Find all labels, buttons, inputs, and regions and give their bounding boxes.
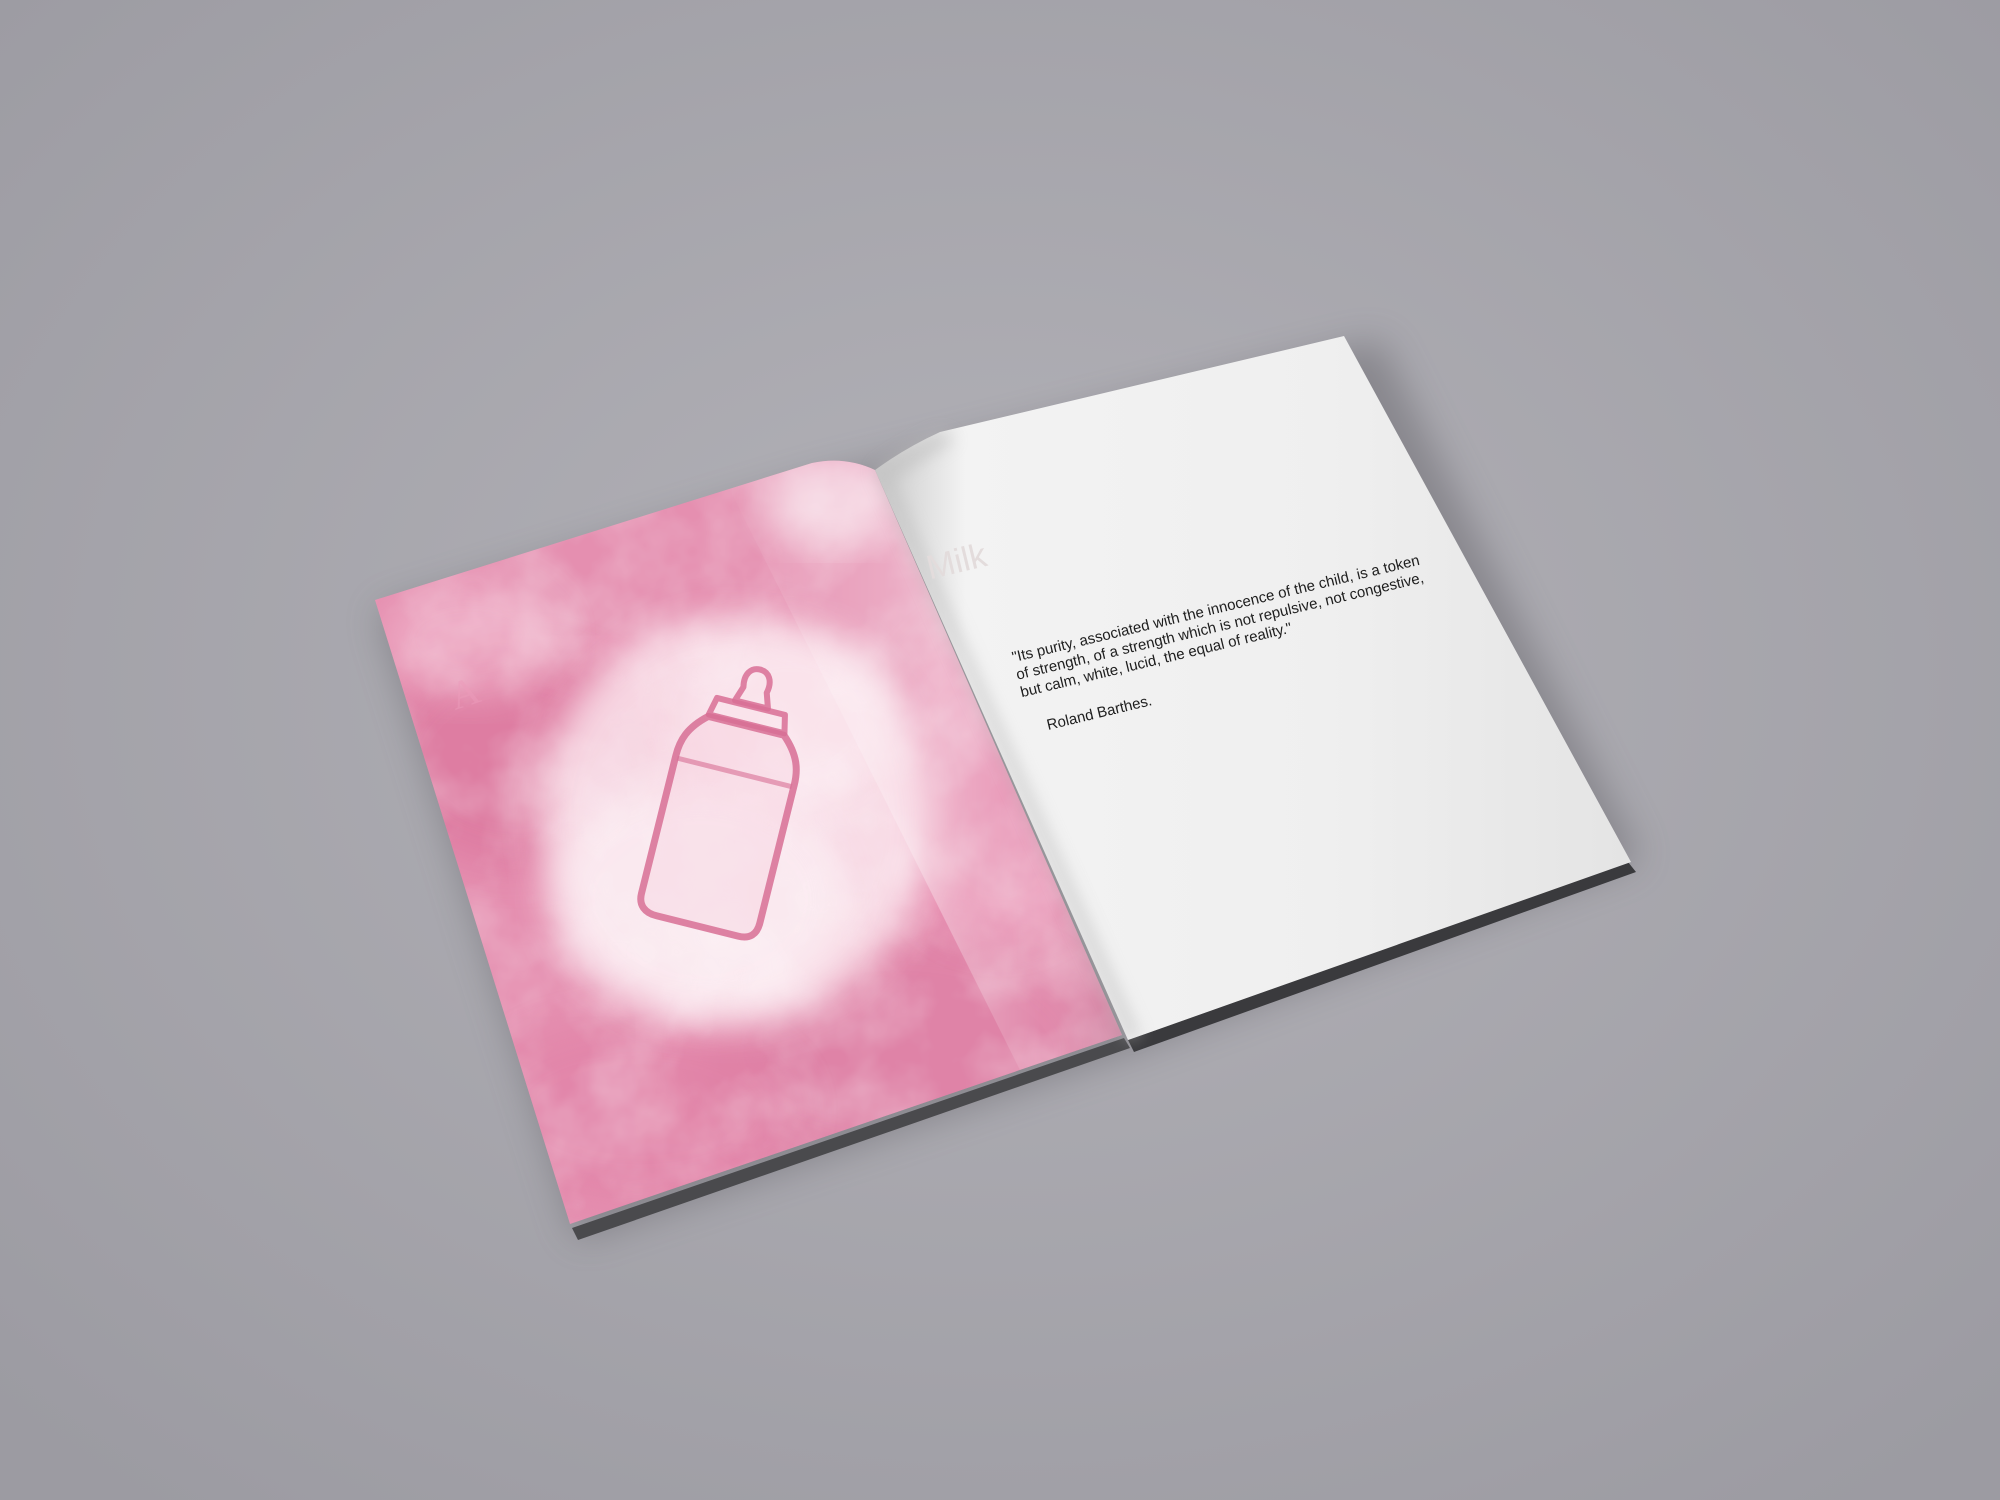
magazine-mockup-scene: A Milk "Its purity, associated with the … bbox=[0, 0, 2000, 1500]
magazine-spread: A Milk "Its purity, associated with the … bbox=[0, 0, 2000, 1500]
